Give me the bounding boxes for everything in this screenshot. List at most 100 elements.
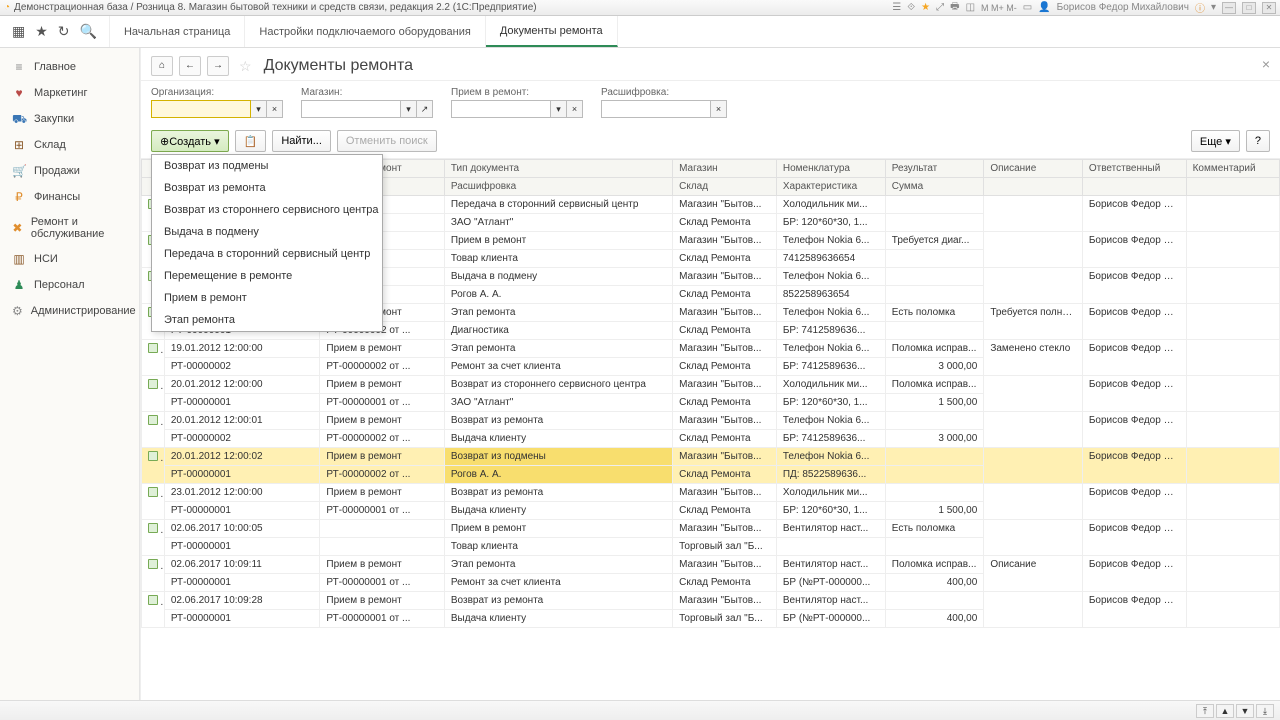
star-icon[interactable]: ★ [921, 2, 930, 13]
dropdown-item[interactable]: Возврат из ремонта [152, 177, 382, 199]
column-header[interactable]: Комментарий [1186, 160, 1279, 178]
copy-button[interactable]: 📋 [235, 130, 267, 152]
star-icon[interactable]: ★ [35, 23, 48, 40]
tab-equipment-settings[interactable]: Настройки подключаемого оборудования [245, 16, 485, 47]
open-button[interactable]: ↗ [417, 100, 433, 118]
table-row[interactable]: 20.01.2012 12:00:00Прием в ремонтВозврат… [142, 376, 1280, 394]
sidebar-item[interactable]: ⛟ Закупки [0, 106, 139, 132]
user-name[interactable]: Борисов Федор Михайлович [1057, 2, 1189, 13]
dropdown-item[interactable]: Прием в ремонт [152, 287, 382, 309]
sidebar-item[interactable]: ⊞Склад [0, 132, 139, 158]
table-row[interactable]: 19.01.2012 12:00:00Прием в ремонтЭтап ре… [142, 340, 1280, 358]
toolbar-icon[interactable]: ◫ [966, 2, 975, 13]
table-row[interactable]: 20.01.2012 12:00:01Прием в ремонтВозврат… [142, 412, 1280, 430]
close-tab-button[interactable]: × [1262, 56, 1270, 72]
dropdown-item[interactable]: Передача в сторонний сервисный центр [152, 243, 382, 265]
tab-repair-docs[interactable]: Документы ремонта [486, 16, 618, 47]
table-row[interactable]: 20.01.2012 12:00:02Прием в ремонтВозврат… [142, 448, 1280, 466]
toolbar-icon[interactable]: 🖶 [950, 0, 959, 16]
sidebar-icon: ⛟ [12, 112, 26, 126]
sidebar-item[interactable]: ✖Ремонт и обслуживание [0, 210, 139, 246]
sidebar-label: Администрирование [31, 305, 136, 317]
column-header[interactable]: Описание [984, 160, 1083, 178]
sidebar-label: Главное [34, 61, 76, 73]
column-header[interactable]: Склад [673, 178, 777, 196]
table-row[interactable]: 02.06.2017 10:09:28Прием в ремонтВозврат… [142, 592, 1280, 610]
filter-org-label: Организация: [151, 87, 283, 98]
toolbar-icon[interactable]: ⤢ [936, 2, 944, 13]
scroll-bottom-button[interactable]: ⤓ [1256, 704, 1274, 718]
column-header[interactable]: Ответственный [1082, 160, 1186, 178]
minimize-button[interactable]: — [1222, 2, 1236, 14]
document-icon [148, 559, 158, 569]
dropdown-item[interactable]: Выдача в подмену [152, 221, 382, 243]
table-row[interactable]: 02.06.2017 10:09:11Прием в ремонтЭтап ре… [142, 556, 1280, 574]
column-header[interactable] [1082, 178, 1186, 196]
search-icon[interactable]: 🔍 [80, 23, 97, 40]
sidebar-item[interactable]: ₽Финансы [0, 184, 139, 210]
column-header[interactable]: Номенклатура [776, 160, 885, 178]
filter-store-input[interactable] [301, 100, 401, 118]
sidebar-item[interactable]: 🛒Продажи [0, 158, 139, 184]
column-header[interactable]: Расшифровка [444, 178, 672, 196]
filter-bar: Организация: ▾ × Магазин: ▾ ↗ Прием в ре… [141, 81, 1280, 126]
close-button[interactable]: ✕ [1262, 2, 1276, 14]
action-bar: ⊕ Создать ▾ Возврат из подменыВозврат из… [141, 126, 1280, 159]
column-header[interactable]: Результат [885, 160, 984, 178]
favorite-icon[interactable]: ☆ [239, 58, 252, 75]
info-icon[interactable]: ⓘ [1195, 0, 1205, 15]
sidebar-item[interactable]: ▥НСИ [0, 246, 139, 272]
dropdown-icon[interactable]: ▾ [1211, 2, 1216, 13]
scroll-down-button[interactable]: ▼ [1236, 704, 1254, 718]
cancel-search-button[interactable]: Отменить поиск [337, 130, 437, 152]
history-icon[interactable]: ↻ [58, 23, 70, 40]
table-row[interactable]: 23.01.2012 12:00:00Прием в ремонтВозврат… [142, 484, 1280, 502]
scroll-top-button[interactable]: ⤒ [1196, 704, 1214, 718]
dropdown-item[interactable]: Возврат из подмены [152, 155, 382, 177]
clear-button[interactable]: × [711, 100, 727, 118]
sidebar-icon: ♟ [12, 278, 26, 292]
scroll-up-button[interactable]: ▲ [1216, 704, 1234, 718]
find-button[interactable]: Найти... [272, 130, 331, 152]
help-button[interactable]: ? [1246, 130, 1270, 152]
dropdown-item[interactable]: Возврат из стороннего сервисного центра [152, 199, 382, 221]
window-title-bar: ◔ Демонстрационная база / Розница 8. Маг… [0, 0, 1280, 16]
column-header[interactable]: Характеристика [776, 178, 885, 196]
grid-icon[interactable]: ▦ [12, 23, 25, 40]
sidebar-label: Продажи [34, 165, 80, 177]
toolbar-icon[interactable]: ⟐ [907, 2, 915, 13]
filter-decode-input[interactable] [601, 100, 711, 118]
create-button[interactable]: ⊕ Создать ▾ [151, 130, 229, 152]
toolbar-icon[interactable]: ☰ [892, 2, 901, 13]
dropdown-button[interactable]: ▾ [551, 100, 567, 118]
sidebar-item[interactable]: ⚙ Администрирование [0, 298, 139, 324]
column-header[interactable] [984, 178, 1083, 196]
column-header[interactable] [1186, 178, 1279, 196]
home-button[interactable]: ⌂ [151, 56, 173, 76]
page-content: ⌂ ← → ☆ Документы ремонта × Организация:… [140, 48, 1280, 700]
more-button[interactable]: Еще ▾ [1191, 130, 1240, 152]
sidebar-item[interactable]: ≡Главное [0, 54, 139, 80]
filter-org-input[interactable] [151, 100, 251, 118]
clear-button[interactable]: × [267, 100, 283, 118]
sidebar-item[interactable]: ♥Маркетинг [0, 80, 139, 106]
forward-button[interactable]: → [207, 56, 229, 76]
column-header[interactable]: Тип документа [444, 160, 672, 178]
column-header[interactable]: Магазин [673, 160, 777, 178]
tab-start[interactable]: Начальная страница [110, 16, 245, 47]
maximize-button[interactable]: □ [1242, 2, 1256, 14]
table-row[interactable]: 02.06.2017 10:00:05Прием в ремонтМагазин… [142, 520, 1280, 538]
dropdown-item[interactable]: Этап ремонта [152, 309, 382, 331]
window-title: Демонстрационная база / Розница 8. Магаз… [14, 2, 537, 13]
column-header[interactable]: Сумма [885, 178, 984, 196]
sidebar-icon: ⚙ [12, 304, 23, 318]
sidebar-item[interactable]: ♟Персонал [0, 272, 139, 298]
clear-button[interactable]: × [567, 100, 583, 118]
dropdown-button[interactable]: ▾ [401, 100, 417, 118]
dropdown-item[interactable]: Перемещение в ремонте [152, 265, 382, 287]
back-button[interactable]: ← [179, 56, 201, 76]
sidebar-label: Закупки [34, 113, 74, 125]
toolbar-icon[interactable]: ▭ [1023, 2, 1032, 13]
filter-intake-input[interactable] [451, 100, 551, 118]
dropdown-button[interactable]: ▾ [251, 100, 267, 118]
